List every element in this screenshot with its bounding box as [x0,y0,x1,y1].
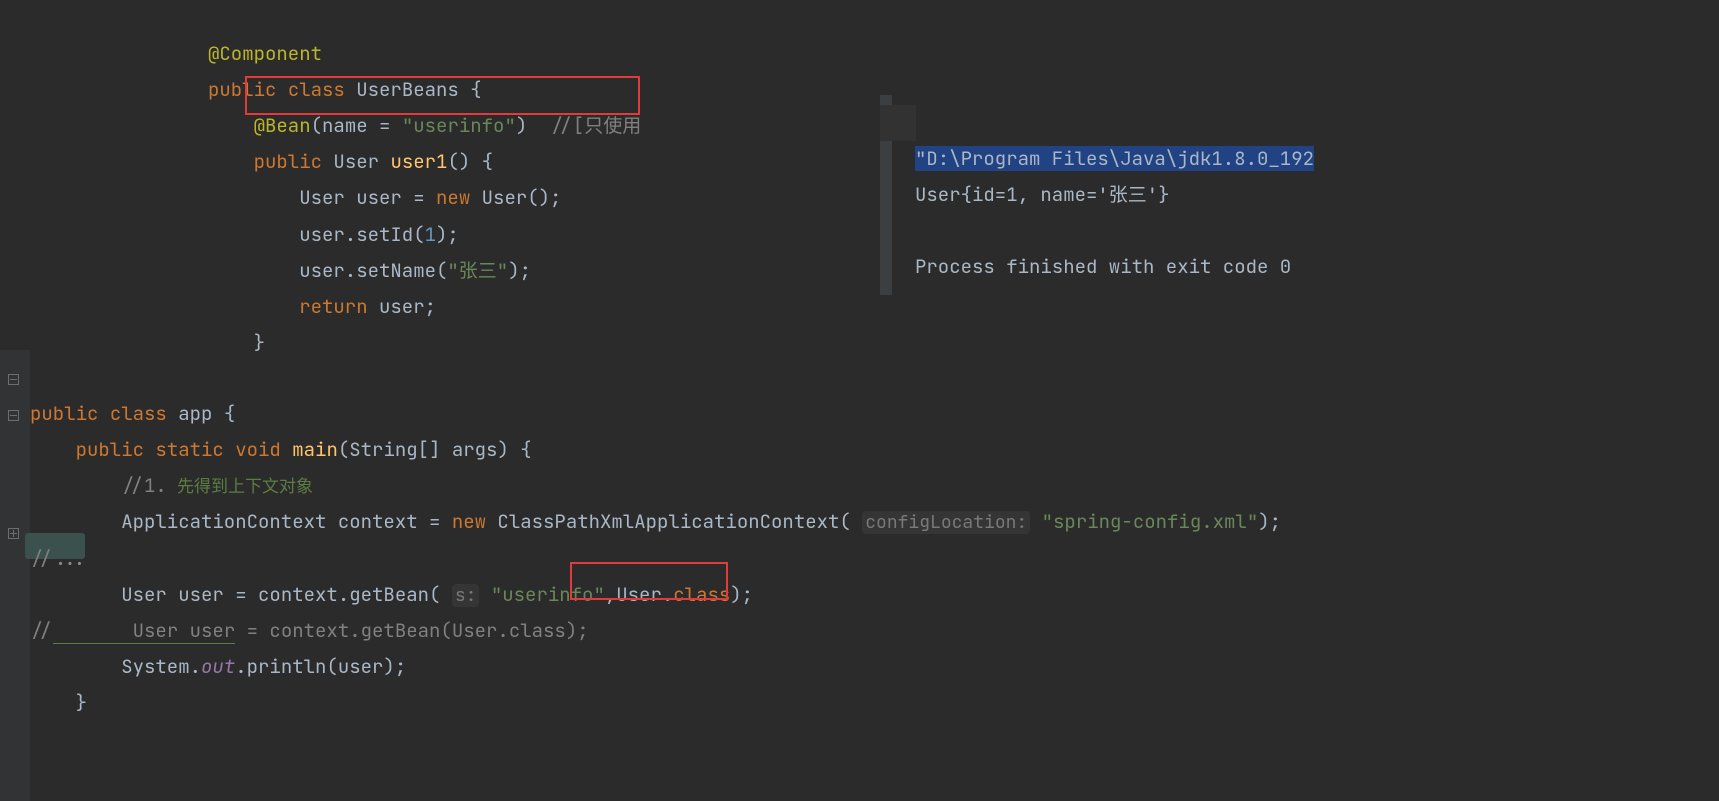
end: ); [436,222,459,247]
commented-out-code-1: User user [53,618,235,644]
num-one: 1 [425,222,436,247]
console-text: "D:\Program Files\Java\jdk1.8.0_192 User… [915,105,1314,285]
end: ); [508,258,531,283]
kw-static: static [155,437,223,462]
commented-out-code-2: = context.getBean(User.class); [235,618,588,643]
fold-plus-icon[interactable] [8,528,19,539]
param-hint-configlocation: configLocation: [862,511,1030,534]
method-name: user1 [390,149,447,174]
bean-name-param: name = [322,113,402,138]
str-zhangsan: "张三" [447,258,508,283]
kw-public: public [30,401,98,426]
console-exit-code: Process finished with exit code 0 [915,254,1291,279]
console-active-line [880,105,916,141]
kw-new: new [436,185,470,210]
ret-user: user; [368,294,436,319]
setid-call: user.setId( [299,222,424,247]
method-sig: () { [447,149,493,174]
static-out: out [201,654,235,679]
code-editor-top[interactable]: @Component public class UserBeans { @Bea… [198,0,768,370]
kw-public: public [254,149,322,174]
comment-slash: // [30,618,53,643]
console-output[interactable]: "D:\Program Files\Java\jdk1.8.0_192 User… [880,95,1580,295]
method-main: main [292,437,338,462]
class-name: app [178,401,212,426]
getbean-call: user = context.getBean( [178,582,452,607]
end: ); [730,582,753,607]
comment-slash: // [30,546,53,571]
setname-call: user.setName( [299,258,447,283]
constructor-call: User(); [482,185,562,210]
main-sig: (String[] args) { [338,437,532,462]
end: ); [1258,509,1281,534]
brace: { [224,401,235,426]
annotation-bean: @Bean [254,113,311,138]
str-configxml: "spring-config.xml" [1030,509,1258,534]
highlight-box-bean [245,76,640,115]
code-block-userbeans: @Component public class UserBeans { @Bea… [208,0,641,361]
brace-close: } [254,330,265,355]
println-call: .println(user); [235,654,406,679]
highlight-box-userinfo [570,562,728,600]
var-context: context = [338,509,452,534]
type-user: User [299,185,345,210]
gutter-bottom[interactable] [0,350,30,801]
type-appcontext: ApplicationContext [121,509,338,534]
kw-public: public [76,437,144,462]
param-hint-s: s: [452,584,480,607]
comment-partial: //[只使用 [550,113,641,138]
kw-return: return [299,294,367,319]
return-type: User [333,149,379,174]
kw-new: new [452,509,486,534]
fold-minus-icon[interactable] [8,374,19,385]
paren-close: ) [516,113,527,138]
annotation-component: @Component [208,41,322,66]
kw-void: void [235,437,281,462]
kw-class: class [110,401,167,426]
folded-ellipsis[interactable]: ... [53,546,87,571]
var-user: user = [356,185,436,210]
code-editor-bottom[interactable]: public class app { public static void ma… [0,350,1719,801]
code-block-app: public class app { public static void ma… [30,360,1281,721]
constructor-call: ClassPathXmlApplicationContext( [486,509,862,534]
type-user: User [121,582,178,607]
paren-open: ( [311,113,322,138]
console-user-output: User{id=1, name='张三'} [915,182,1170,207]
system: System. [121,654,201,679]
comment-cn: 先得到上下文对象 [167,476,313,498]
comment-step1: //1. [121,473,167,498]
brace-close: } [76,690,87,715]
console-jdk-path: "D:\Program Files\Java\jdk1.8.0_192 [915,146,1314,171]
fold-minus-icon[interactable] [8,410,19,421]
bean-name-value: "userinfo" [402,113,516,138]
